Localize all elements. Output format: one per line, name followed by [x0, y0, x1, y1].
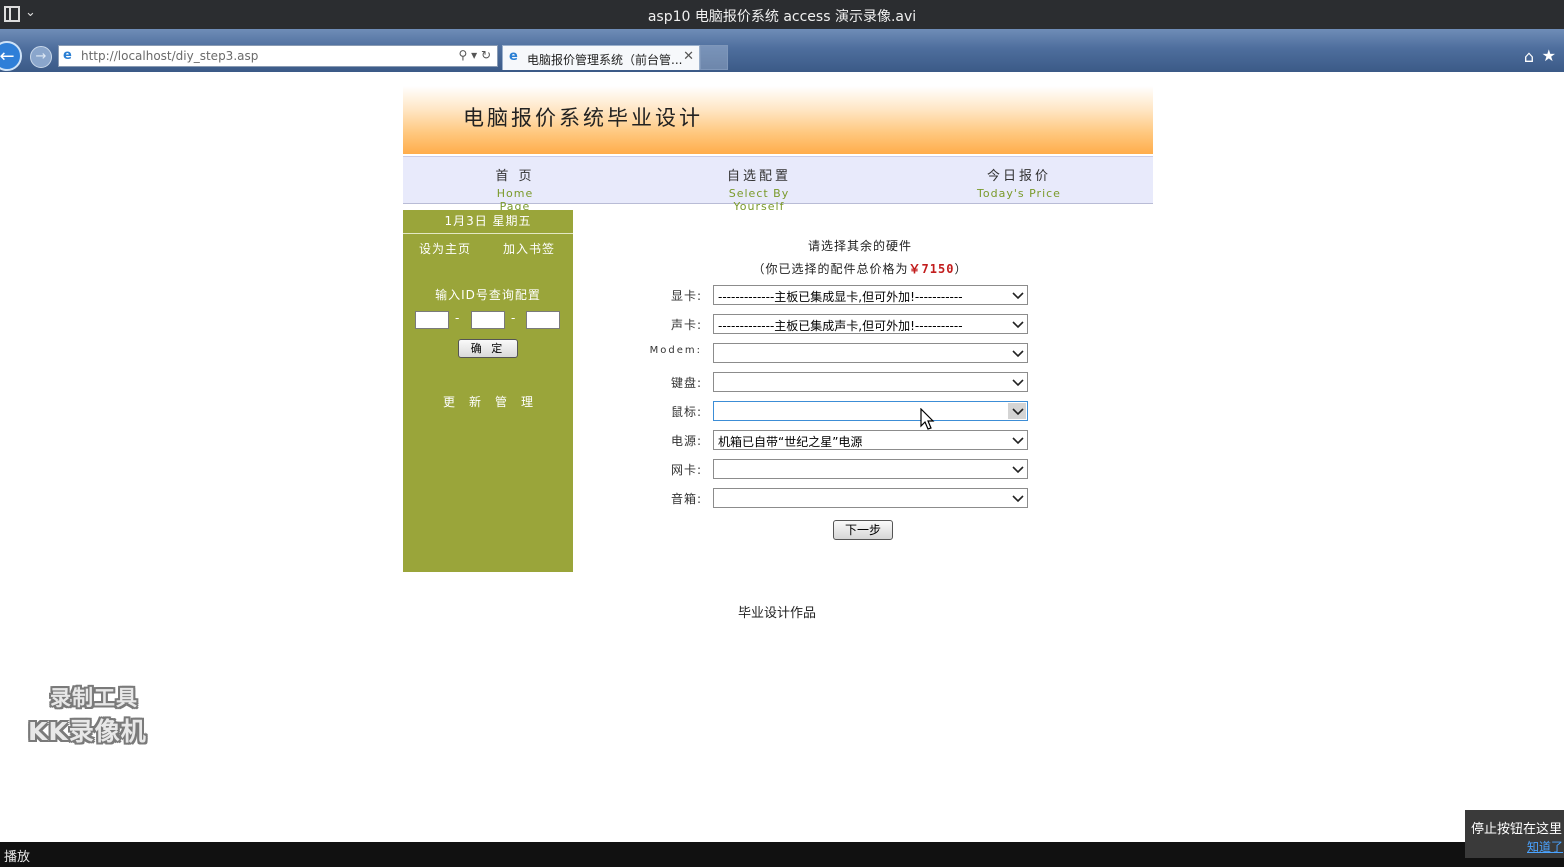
add-bookmark-link[interactable]: 加入书签 [503, 240, 555, 257]
graphics-card-select[interactable]: -------------主板已集成显卡,但可外加!----------- [713, 285, 1028, 305]
stop-button-tooltip: 停止按钮在这里 知道了 [1465, 810, 1564, 858]
chevron-down-icon [1012, 495, 1024, 503]
modem-select[interactable] [713, 343, 1028, 363]
power-supply-label: 电源: [670, 434, 702, 448]
keyboard-select[interactable] [713, 372, 1028, 392]
total-price-line: （你已选择的配件总价格为￥7150） [690, 260, 1030, 277]
watermark-line2: KK录像机 [28, 717, 147, 746]
keyboard-label: 键盘: [670, 376, 702, 390]
main-nav: 首 页 Home Page 自选配置 Select By Yourself 今日… [403, 156, 1153, 213]
id-input-2[interactable] [471, 311, 505, 329]
ie-logo-icon: e [509, 49, 518, 64]
chevron-down-icon [1012, 292, 1024, 300]
id-input-1[interactable] [415, 311, 449, 329]
new-tab-button[interactable] [700, 45, 728, 70]
total-price-suffix: ） [954, 262, 968, 276]
select-value: -------------主板已集成显卡,但可外加!----------- [718, 290, 963, 304]
speaker-select[interactable] [713, 488, 1028, 508]
home-icon[interactable]: ⌂ [1524, 47, 1534, 66]
confirm-button[interactable]: 确 定 [458, 339, 518, 358]
back-arrow-icon[interactable]: ← [0, 41, 22, 71]
set-home-link[interactable]: 设为主页 [419, 240, 471, 257]
sound-card-select[interactable]: -------------主板已集成声卡,但可外加!----------- [713, 314, 1028, 334]
select-value: -------------主板已集成声卡,但可外加!----------- [718, 319, 963, 333]
chevron-down-icon [1012, 466, 1024, 474]
nav-sublabel: Today's Price [977, 187, 1061, 200]
current-date: 1月3日 星期五 [403, 210, 573, 234]
nav-label: 首 页 [495, 169, 535, 184]
chevron-down-icon [1012, 379, 1024, 387]
chevron-down-icon [1012, 321, 1024, 329]
tooltip-dismiss-link[interactable]: 知道了 [1527, 838, 1563, 855]
watermark-line1: 录制工具 [50, 686, 138, 710]
form-heading: 请选择其余的硬件 [807, 239, 912, 253]
mouse-label: 鼠标: [670, 405, 702, 419]
address-url[interactable]: http://localhost/diy_step3.asp [81, 49, 258, 63]
nav-label: 自选配置 [726, 169, 791, 184]
page-footer: 毕业设计作品 [737, 606, 816, 621]
separator-dash: - [455, 311, 460, 325]
separator-dash: - [511, 311, 516, 325]
recorder-watermark: 录制工具 KK录像机 [28, 682, 168, 748]
site-banner: 电脑报价系统毕业设计 [403, 86, 1153, 154]
sound-card-label: 声卡: [670, 318, 702, 332]
nav-diy[interactable]: 自选配置 Select By Yourself [703, 165, 815, 213]
play-label[interactable]: 播放 [4, 846, 30, 865]
chevron-down-icon [1012, 437, 1024, 445]
network-card-select[interactable] [713, 459, 1028, 479]
query-label: 输入ID号查询配置 [435, 288, 541, 302]
nav-sublabel: Select By Yourself [728, 187, 790, 213]
nav-today-price[interactable]: 今日报价 Today's Price [977, 165, 1061, 200]
mouse-cursor-icon [920, 408, 935, 430]
chevron-down-icon [1012, 350, 1024, 358]
ie-logo-icon: e [63, 48, 72, 63]
tooltip-text: 停止按钮在这里 [1471, 822, 1563, 837]
total-price-prefix: （你已选择的配件总价格为 [752, 262, 909, 276]
id-input-3[interactable] [526, 311, 560, 329]
modem-label: Modem: [649, 345, 702, 356]
speaker-label: 音箱: [670, 492, 702, 506]
browser-toolbar: ← → e http://localhost/diy_step3.asp ⚲ ▾… [0, 29, 1564, 72]
select-value: 机箱已自带“世纪之星”电源 [718, 435, 863, 449]
total-price: ￥7150 [908, 262, 955, 276]
sidebar: 1月3日 星期五 设为主页 加入书签 输入ID号查询配置 - - 确 定 更新管… [403, 210, 573, 572]
power-supply-select[interactable]: 机箱已自带“世纪之星”电源 [713, 430, 1028, 450]
mouse-select[interactable] [713, 401, 1028, 421]
forward-arrow-icon[interactable]: → [30, 46, 52, 68]
next-step-button[interactable]: 下一步 [833, 520, 893, 540]
update-manage-link[interactable]: 更新管理 [403, 393, 573, 410]
player-title-bar: ⌄ asp10 电脑报价系统 access 演示录像.avi [0, 0, 1564, 29]
nav-home[interactable]: 首 页 Home Page [483, 165, 547, 213]
network-card-label: 网卡: [670, 463, 702, 477]
search-icon[interactable]: ⚲ ▾ [458, 48, 477, 62]
browser-tab[interactable]: e 电脑报价管理系统（前台管... ✕ [502, 45, 700, 70]
tab-title: 电脑报价管理系统（前台管... [527, 53, 683, 67]
player-status-bar: 播放 [0, 842, 1564, 867]
window-title: asp10 电脑报价系统 access 演示录像.avi [647, 9, 917, 25]
address-bar[interactable]: e http://localhost/diy_step3.asp ⚲ ▾ ↻ [58, 45, 498, 67]
chevron-down-icon [1012, 408, 1024, 416]
graphics-card-label: 显卡: [670, 289, 702, 303]
nav-label: 今日报价 [986, 169, 1051, 184]
close-icon[interactable]: ✕ [683, 49, 694, 64]
refresh-icon[interactable]: ↻ [481, 48, 491, 62]
favorites-star-icon[interactable]: ★ [1542, 46, 1556, 65]
site-title: 电脑报价系统毕业设计 [463, 106, 703, 130]
